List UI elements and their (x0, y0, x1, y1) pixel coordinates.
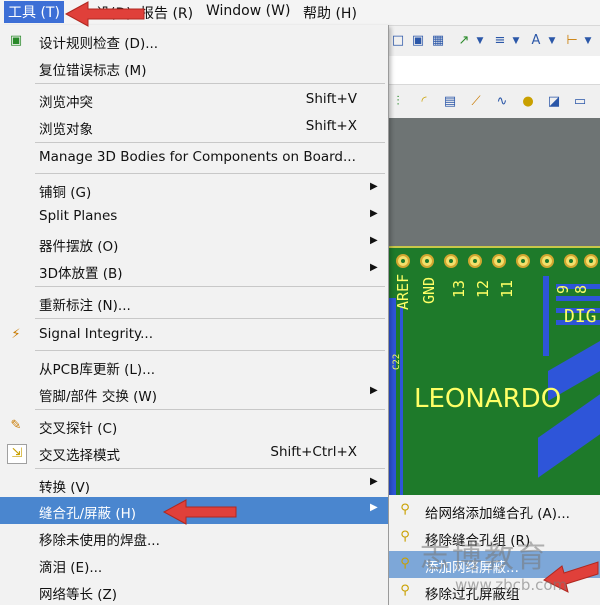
silk-label: 8 (572, 284, 590, 294)
menu-item-update-from-library[interactable]: 从PCB库更新 (L)... (0, 353, 388, 380)
menu-window[interactable]: Window (W) (206, 3, 290, 19)
square-icon[interactable]: □ (390, 33, 406, 49)
chart-icon[interactable]: ↗ (456, 33, 472, 49)
text-align-icon[interactable]: A (528, 33, 544, 49)
submenu-arrow-icon: ▶ (370, 502, 378, 513)
cross-probe-icon: ✎ (10, 418, 22, 433)
chevron-down-icon[interactable]: ▼ (544, 33, 560, 49)
drc-icon: ▣ (9, 33, 23, 48)
frame-icon[interactable]: ▣ (410, 33, 426, 49)
menu-item-signal-integrity[interactable]: ⚡ Signal Integrity... (0, 321, 388, 348)
menu-item-teardrops[interactable]: 滴泪 (E)... (0, 551, 388, 578)
silk-label: C22 (392, 353, 402, 370)
divider (35, 142, 385, 143)
silk-label: 13 (450, 279, 468, 298)
annotation-arrow-icon (64, 1, 145, 27)
signal-integrity-icon: ⚡ (11, 327, 21, 342)
dimension-icon[interactable]: ⊢ (564, 33, 580, 49)
divider (35, 350, 385, 351)
silk-label: 11 (498, 279, 516, 298)
divider (35, 173, 385, 174)
via-icon: ⚲ (400, 529, 410, 544)
chevron-down-icon[interactable]: ▼ (580, 33, 596, 49)
divider (35, 409, 385, 410)
watermark-logo: 志博教育 (420, 540, 548, 575)
via-icon[interactable]: ● (520, 94, 536, 110)
silk-label: GND (420, 276, 438, 304)
chevron-down-icon[interactable]: ▼ (472, 33, 488, 49)
divider (35, 286, 385, 287)
menu-help[interactable]: 帮助 (H) (303, 3, 357, 23)
divider (35, 83, 385, 84)
submenu-arrow-icon: ▶ (370, 385, 378, 396)
via-icon: ⚲ (400, 502, 410, 517)
silk-label: LEONARDO (414, 384, 562, 414)
silk-label: 12 (474, 279, 492, 298)
menu-item-re-annotate[interactable]: 重新标注 (N)... (0, 289, 388, 316)
cross-select-icon: ⇲ (7, 444, 27, 464)
submenu-arrow-icon: ▶ (370, 476, 378, 487)
via-icon: ⚲ (400, 583, 410, 598)
grid-icon[interactable]: ▦ (430, 33, 446, 49)
menu-tools[interactable]: 工具 (T) (4, 1, 64, 23)
document-tab-area (388, 56, 600, 84)
submenu-arrow-icon: ▶ (370, 208, 378, 219)
silk-label: DIG (564, 306, 597, 327)
menu-item-pin-part-swap[interactable]: 管脚/部件 交换 (W) ▶ (0, 380, 388, 407)
chip-icon[interactable]: ▤ (442, 94, 458, 110)
menu-item-net-length-tuning[interactable]: 网络等长 (Z) (0, 578, 388, 605)
menu-item-browse-violations[interactable]: 浏览冲突 Shift+V (0, 86, 388, 113)
menu-item-component-placement[interactable]: 器件摆放 (O) ▶ (0, 230, 388, 257)
route-icon[interactable]: ⟋ (468, 94, 484, 110)
submenu-arrow-icon: ▶ (370, 181, 378, 192)
menu-item-convert[interactable]: 转换 (V) ▶ (0, 471, 388, 498)
align-icon[interactable]: ≡ (492, 33, 508, 49)
divider (35, 468, 385, 469)
menu-item-split-planes[interactable]: Split Planes ▶ (0, 203, 388, 230)
via-icon: ⚲ (400, 556, 410, 571)
menu-item-manage-3d-bodies[interactable]: Manage 3D Bodies for Components on Board… (0, 144, 388, 171)
menu-item-3d-body-placement[interactable]: 3D体放置 (B) ▶ (0, 257, 388, 284)
chevron-down-icon[interactable]: ▼ (508, 33, 524, 49)
divider (35, 318, 385, 319)
menu-item-browse-objects[interactable]: 浏览对象 Shift+X (0, 113, 388, 140)
fill-icon[interactable]: ▭ (572, 94, 588, 110)
filter-icon[interactable]: ⫶ (390, 94, 406, 110)
menu-item-polygon-pours[interactable]: 铺铜 (G) ▶ (0, 176, 388, 203)
menu-item-remove-unused-pads[interactable]: 移除未使用的焊盘... (0, 524, 388, 551)
silk-label: 9 (554, 284, 572, 294)
diff-pair-icon[interactable]: ∿ (494, 94, 510, 110)
polygon-icon[interactable]: ◪ (546, 94, 562, 110)
toolbar-place: ⫶ ◜ ▤ ⟋ ∿ ● ◪ ▭ (388, 84, 600, 119)
silk-label: AREF (394, 273, 412, 310)
annotation-arrow-icon (162, 499, 237, 525)
arc-icon[interactable]: ◜ (416, 94, 432, 110)
menu-item-reset-errors[interactable]: 复位错误标志 (M) (0, 54, 388, 81)
watermark-url: www.zbcb.com (455, 576, 568, 594)
menu-item-cross-select-mode[interactable]: ⇲ 交叉选择模式 Shift+Ctrl+X (0, 439, 388, 466)
submenu-arrow-icon: ▶ (370, 262, 378, 273)
menu-item-drc[interactable]: ▣ 设计规则检查 (D)... (0, 27, 388, 54)
toolbar-top: □ ▣ ▦ ↗ ▼ ≡ ▼ A ▼ ⊢ ▼ (388, 26, 600, 56)
submenu-arrow-icon: ▶ (370, 235, 378, 246)
menu-item-cross-probe[interactable]: ✎ 交叉探针 (C) (0, 412, 388, 439)
submenu-item-add-stitching[interactable]: ⚲ 给网络添加缝合孔 (A)... (389, 497, 600, 524)
